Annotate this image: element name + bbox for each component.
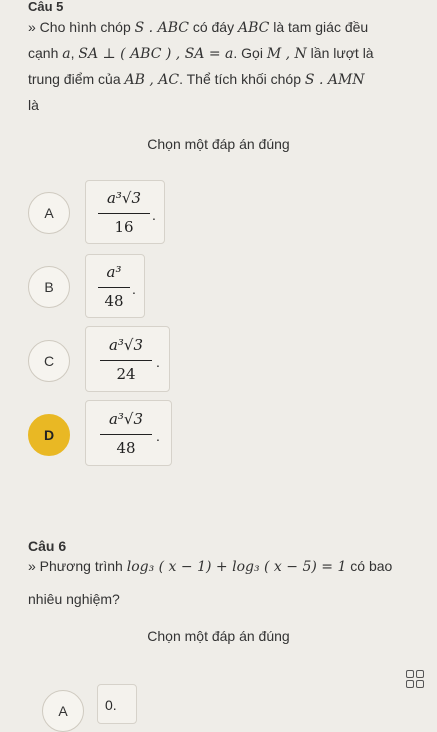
q5-math-1b: ABC [237, 20, 270, 36]
q5-math-2c: M , N [266, 46, 307, 62]
question-5-prompt: Chọn một đáp án đúng [147, 136, 290, 152]
question-5-title: Câu 5 [28, 0, 64, 14]
option-d-button[interactable]: D [28, 414, 70, 456]
q6-math-1: log₃ ( x − 1) + log₃ ( x − 5) = 1 [126, 559, 347, 575]
q6-option-a-button[interactable]: A [42, 690, 84, 732]
q5-math-2a: a [62, 46, 71, 62]
q5-math-2b: SA ⊥ ( ABC ) , SA = a [78, 46, 234, 62]
q5-text-3b: . Thể tích khối chóp [179, 71, 305, 87]
option-b-denominator: 48 [104, 292, 124, 310]
grid-view-icon[interactable] [406, 670, 424, 688]
option-c-numerator: a³√3 [108, 336, 144, 354]
question-6-prompt: Chọn một đáp án đúng [147, 628, 290, 644]
option-a-button[interactable]: A [28, 192, 70, 234]
option-c-fraction-bar [100, 360, 152, 361]
option-b-button[interactable]: B [28, 266, 70, 308]
option-b-fraction: a³ 48 [98, 259, 130, 315]
q5-text-3a: trung điểm của [28, 71, 125, 87]
option-b-answer-box[interactable]: a³ 48 . [85, 254, 145, 318]
option-a-fraction: a³√3 16 [98, 185, 150, 241]
q6-text-1a: » Phương trình [28, 558, 127, 574]
q5-text-1b: có đáy [188, 19, 238, 35]
option-d-numerator: a³√3 [108, 410, 144, 428]
option-d-fraction: a³√3 48 [100, 406, 152, 462]
q6-option-a-value: 0. [105, 697, 117, 713]
q5-math-3a: AB , AC [124, 72, 180, 88]
q5-math-3b: S . AMN [304, 72, 365, 88]
q6-option-a-answer-box[interactable]: 0. [97, 684, 137, 724]
option-a-denominator: 16 [114, 218, 134, 236]
option-c-answer-box[interactable]: a³√3 24 . [85, 326, 170, 392]
option-b-numerator: a³ [106, 263, 122, 281]
q6-text-1b: có bao [346, 558, 393, 574]
option-c-fraction: a³√3 24 [100, 332, 152, 388]
option-a-fraction-bar [98, 213, 150, 214]
question-5-line-2: cạnh a, SA ⊥ ( ABC ) , SA = a. Gọi M , N… [28, 40, 374, 67]
question-6-line-2: nhiêu nghiệm? [28, 591, 120, 607]
question-6-line-1: » Phương trình log₃ ( x − 1) + log₃ ( x … [28, 553, 392, 580]
q5-text-2d: lần lượt là [306, 45, 374, 61]
option-b-fraction-bar [98, 287, 130, 288]
question-5-line-3: trung điểm của AB , AC. Thể tích khối ch… [28, 66, 365, 93]
q5-text-2a: cạnh [28, 45, 63, 61]
q5-text-2c: . Gọi [233, 45, 267, 61]
option-c-button[interactable]: C [28, 340, 70, 382]
option-d-denominator: 48 [116, 439, 136, 457]
option-a-answer-box[interactable]: a³√3 16 . [85, 180, 165, 244]
question-6-title: Câu 6 [28, 538, 67, 554]
option-a-numerator: a³√3 [106, 189, 142, 207]
q5-text-1a: » Cho hình chóp [28, 19, 135, 35]
q5-math-1a: S . ABC [134, 20, 189, 36]
question-5-line-4: là [28, 97, 39, 113]
question-5-line-1: » Cho hình chóp S . ABC có đáy ABC là ta… [28, 14, 368, 41]
q5-text-1c: là tam giác đều [269, 19, 369, 35]
option-c-denominator: 24 [116, 365, 136, 383]
option-d-answer-box[interactable]: a³√3 48 . [85, 400, 172, 466]
option-d-fraction-bar [100, 434, 152, 435]
